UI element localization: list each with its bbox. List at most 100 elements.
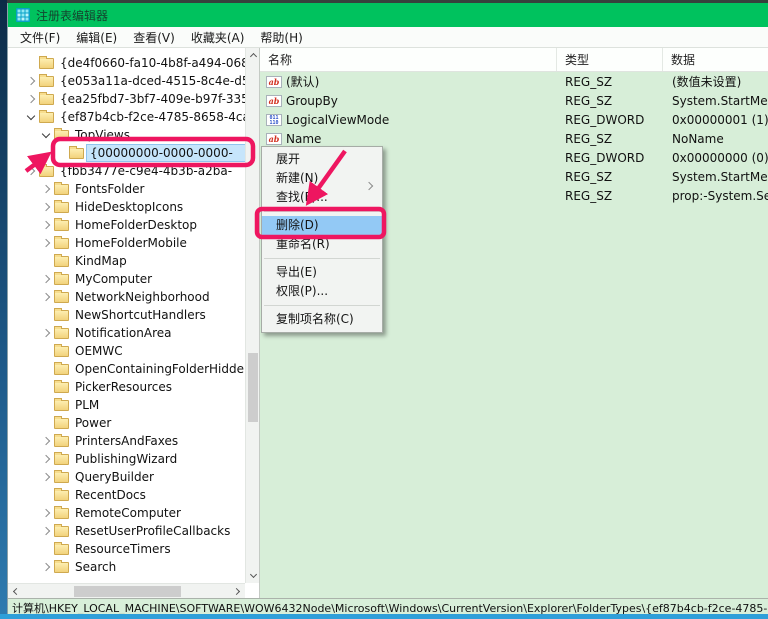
tree-item[interactable]: TopViews [8, 126, 245, 144]
tree-item[interactable]: RemoteComputer [8, 504, 245, 522]
menu-bar-item[interactable]: 帮助(H) [252, 27, 310, 48]
scroll-left-icon[interactable] [8, 584, 23, 598]
column-header-name[interactable]: 名称 [260, 48, 557, 71]
tree-item-label[interactable]: {ef87b4cb-f2ce-4785-8658-4ca6 [57, 109, 245, 125]
tree-item[interactable]: {e053a11a-dced-4515-8c4e-d5 [8, 72, 245, 90]
tree-item-label[interactable]: PickerResources [72, 379, 175, 395]
tree-item[interactable]: PrintersAndFaxes [8, 432, 245, 450]
tree-item-label[interactable]: NetworkNeighborhood [72, 289, 213, 305]
menu-bar-item[interactable]: 查看(V) [125, 27, 183, 48]
tree-item-label[interactable]: PrintersAndFaxes [72, 433, 181, 449]
tree-item-label[interactable]: QueryBuilder [72, 469, 157, 485]
tree-item-label[interactable]: TopViews [72, 127, 133, 143]
menu-bar-item[interactable]: 文件(F) [12, 27, 68, 48]
chevron-down-icon[interactable] [40, 129, 52, 141]
context-menu-item[interactable]: 展开 [262, 150, 382, 169]
chevron-down-icon[interactable] [25, 111, 37, 123]
scroll-right-icon[interactable] [230, 584, 245, 598]
chevron-right-icon[interactable] [40, 291, 52, 303]
context-menu-item[interactable]: 导出(E) [262, 263, 382, 282]
tree-item-label[interactable]: ResetUserProfileCallbacks [72, 523, 233, 539]
tree-item[interactable]: NetworkNeighborhood [8, 288, 245, 306]
tree-item-label[interactable]: RecentDocs [72, 487, 149, 503]
scroll-up-icon[interactable] [246, 48, 260, 63]
chevron-right-icon[interactable] [25, 165, 37, 177]
tree-item[interactable]: OEMWC [8, 342, 245, 360]
tree-item[interactable]: {00000000-0000-0000- [8, 144, 245, 162]
tree-item-label[interactable]: MyComputer [72, 271, 155, 287]
tree-item-label[interactable]: ResourceTimers [72, 541, 174, 557]
tree-item-label[interactable]: FontsFolder [72, 181, 147, 197]
tree-item-label[interactable]: HideDesktopIcons [72, 199, 186, 215]
context-menu-item[interactable]: 查找(F)... [262, 188, 382, 207]
chevron-right-icon[interactable] [40, 471, 52, 483]
tree-item-label[interactable]: {e053a11a-dced-4515-8c4e-d5 [57, 73, 245, 89]
chevron-right-icon[interactable] [40, 327, 52, 339]
chevron-right-icon[interactable] [40, 201, 52, 213]
chevron-right-icon[interactable] [40, 237, 52, 249]
title-bar[interactable]: 注册表编辑器 [8, 3, 768, 27]
chevron-right-icon[interactable] [40, 561, 52, 573]
chevron-right-icon[interactable] [25, 93, 37, 105]
context-menu-item[interactable]: 删除(D) [262, 216, 382, 235]
tree-item-label[interactable]: HomeFolderDesktop [72, 217, 200, 233]
tree-item[interactable]: NewShortcutHandlers [8, 306, 245, 324]
context-menu-item[interactable]: 新建(N) [262, 169, 382, 188]
tree-item[interactable]: HomeFolderDesktop [8, 216, 245, 234]
tree-item[interactable]: RecentDocs [8, 486, 245, 504]
tree-item[interactable]: KindMap [8, 252, 245, 270]
tree-item-label[interactable]: RemoteComputer [72, 505, 184, 521]
tree-item-label[interactable]: PLM [72, 397, 102, 413]
tree-item[interactable]: HideDesktopIcons [8, 198, 245, 216]
tree-item-label[interactable]: KindMap [72, 253, 130, 269]
chevron-right-icon[interactable] [40, 273, 52, 285]
column-header-type[interactable]: 类型 [557, 48, 663, 71]
tree-item[interactable]: {fbb3477e-c9e4-4b3b-a2ba- [8, 162, 245, 180]
chevron-right-icon[interactable] [40, 453, 52, 465]
column-header-data[interactable]: 数据 [663, 48, 768, 71]
tree-item[interactable]: HomeFolderMobile [8, 234, 245, 252]
tree-item-label[interactable]: OpenContainingFolderHiddenList [72, 361, 245, 377]
tree-item-label[interactable]: NewShortcutHandlers [72, 307, 209, 323]
tree-item-label[interactable]: {ea25fbd7-3bf7-409e-b97f-335 [57, 91, 245, 107]
tree-item[interactable]: ResourceTimers [8, 540, 245, 558]
tree-item[interactable]: ResetUserProfileCallbacks [8, 522, 245, 540]
tree-item[interactable]: PublishingWizard [8, 450, 245, 468]
chevron-right-icon[interactable] [40, 183, 52, 195]
tree-item-label[interactable]: OEMWC [72, 343, 126, 359]
scroll-down-icon[interactable] [246, 568, 260, 583]
tree-item-label[interactable]: {00000000-0000-0000- [87, 145, 245, 161]
tree-item[interactable]: Search [8, 558, 245, 576]
tree-item[interactable]: MyComputer [8, 270, 245, 288]
value-row[interactable]: ab(默认)REG_SZ(数值未设置) [260, 72, 768, 91]
tree-item-label[interactable]: Search [72, 559, 119, 575]
tree-item[interactable]: NotificationArea [8, 324, 245, 342]
tree-item-label[interactable]: PublishingWizard [72, 451, 180, 467]
context-menu-item[interactable]: 复制项名称(C) [262, 310, 382, 329]
tree-item[interactable]: Power [8, 414, 245, 432]
tree-item-label[interactable]: {de4f0660-fa10-4b8f-a494-068b [57, 55, 245, 71]
tree-item-label[interactable]: {fbb3477e-c9e4-4b3b-a2ba- [57, 163, 235, 179]
menu-bar-item[interactable]: 收藏夹(A) [183, 27, 253, 48]
chevron-right-icon[interactable] [40, 219, 52, 231]
tree-item-label[interactable]: NotificationArea [72, 325, 174, 341]
tree-vscroll-thumb[interactable] [248, 353, 258, 423]
chevron-right-icon[interactable] [25, 75, 37, 87]
tree-item[interactable]: OpenContainingFolderHiddenList [8, 360, 245, 378]
chevron-right-icon[interactable] [40, 525, 52, 537]
value-row[interactable]: abGroupByREG_SZSystem.StartMenu [260, 91, 768, 110]
chevron-right-icon[interactable] [40, 435, 52, 447]
tree-item-label[interactable]: Power [72, 415, 114, 431]
tree-item[interactable]: {ea25fbd7-3bf7-409e-b97f-335 [8, 90, 245, 108]
chevron-right-icon[interactable] [40, 507, 52, 519]
tree-item[interactable]: FontsFolder [8, 180, 245, 198]
tree-item-label[interactable]: HomeFolderMobile [72, 235, 190, 251]
context-menu-item[interactable]: 权限(P)... [262, 282, 382, 301]
tree-item[interactable]: {ef87b4cb-f2ce-4785-8658-4ca6 [8, 108, 245, 126]
tree-vertical-scrollbar[interactable] [245, 48, 259, 583]
tree-item[interactable]: PickerResources [8, 378, 245, 396]
value-row[interactable]: 011110LogicalViewModeREG_DWORD0x00000001… [260, 110, 768, 129]
context-menu-item[interactable]: 重命名(R) [262, 235, 382, 254]
tree-hscroll-thumb[interactable] [74, 586, 181, 597]
tree-item[interactable]: QueryBuilder [8, 468, 245, 486]
